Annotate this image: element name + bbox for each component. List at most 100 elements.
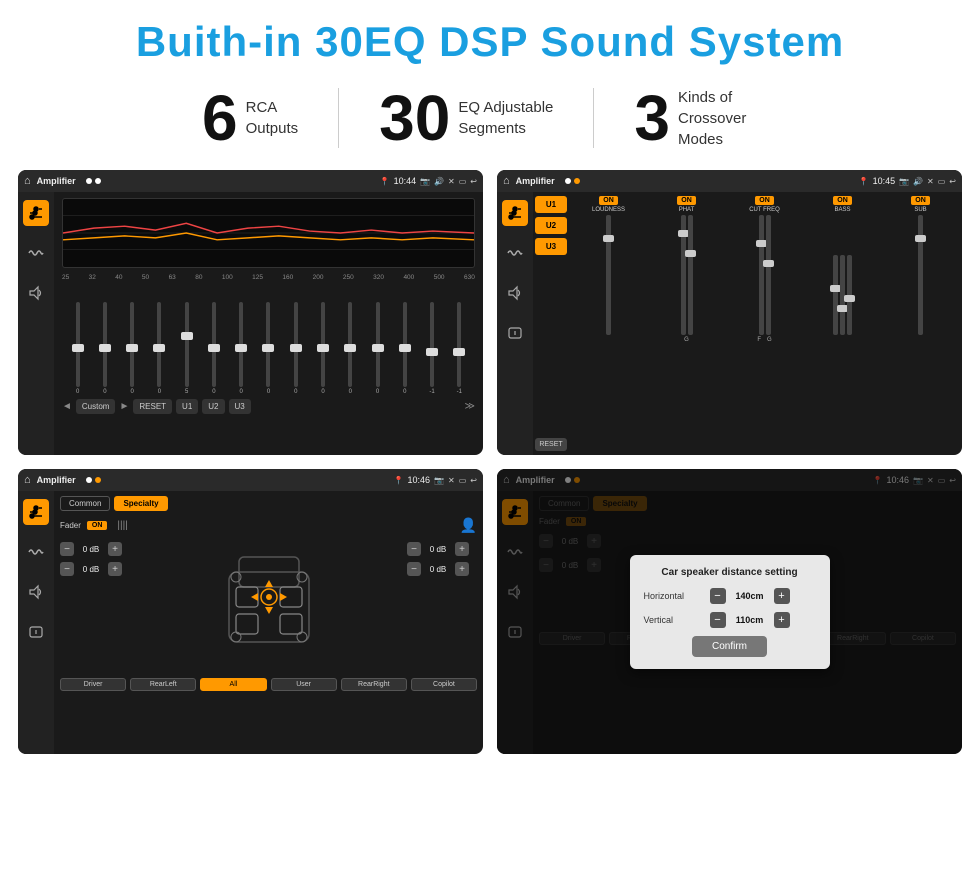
tab-common[interactable]: Common <box>60 496 110 511</box>
copilot-btn[interactable]: Copilot <box>411 678 477 691</box>
vertical-plus-btn[interactable]: + <box>774 612 790 628</box>
plus-btn[interactable]: + <box>455 542 469 556</box>
fader-track[interactable] <box>833 255 838 335</box>
amp-channels: ON LOUDNESS ON PHAT <box>571 196 958 451</box>
confirm-button[interactable]: Confirm <box>692 636 767 657</box>
eq-icon-btn[interactable] <box>502 200 528 226</box>
vertical-minus-btn[interactable]: − <box>710 612 726 628</box>
user-btn[interactable]: User <box>271 678 337 691</box>
eq-slider-col: 0 <box>91 302 118 395</box>
balance-icon-btn[interactable] <box>23 619 49 645</box>
eq-slider-track[interactable] <box>130 302 134 387</box>
wave-icon-btn[interactable] <box>23 240 49 266</box>
fader-track[interactable] <box>606 215 611 335</box>
eq-icon-btn[interactable] <box>23 200 49 226</box>
minus-btn[interactable]: − <box>60 542 74 556</box>
eq-icon-btn[interactable] <box>23 499 49 525</box>
dialog-overlay: Car speaker distance setting Horizontal … <box>497 469 962 754</box>
fader-track[interactable] <box>847 255 852 335</box>
prev-arrow[interactable]: ◄ <box>62 401 72 412</box>
eq-slider-track[interactable] <box>157 302 161 387</box>
rearright-btn[interactable]: RearRight <box>341 678 407 691</box>
dialog-screen-card: ⌂ Amplifier 📍 10:46 📷 ✕ ▭ ↩ <box>497 469 962 754</box>
eq-slider-track[interactable] <box>76 302 80 387</box>
fader-track[interactable] <box>918 215 923 335</box>
freq-label: 320 <box>373 274 384 281</box>
all-btn[interactable]: All <box>200 678 266 691</box>
eq-val: 0 <box>403 389 406 395</box>
wave-icon-btn[interactable] <box>502 240 528 266</box>
speaker-icon-btn[interactable] <box>23 280 49 306</box>
dot-orange-icon <box>95 477 101 483</box>
eq-slider-col: -1 <box>446 302 473 395</box>
u2-preset-btn[interactable]: U2 <box>535 217 567 234</box>
plus-btn[interactable]: + <box>455 562 469 576</box>
horizontal-val: 140cm <box>732 591 768 601</box>
balance-icon-btn[interactable] <box>502 320 528 346</box>
spk-title: Amplifier <box>37 475 76 485</box>
bass-on-label: ON <box>833 196 852 205</box>
eq-slider-track[interactable] <box>457 302 461 387</box>
spk-vol-row-4: − 0 dB + <box>407 562 477 576</box>
spk-body: − 0 dB + − 0 dB + <box>60 542 477 672</box>
eq-slider-track[interactable] <box>103 302 107 387</box>
eq-slider-track[interactable] <box>294 302 298 387</box>
eq-val: 0 <box>349 389 352 395</box>
fader-label: Fader <box>60 521 81 530</box>
vol-db-4: 0 dB <box>424 565 452 574</box>
tab-specialty[interactable]: Specialty <box>114 496 167 511</box>
close-icon: ✕ <box>448 177 455 186</box>
wave-icon-btn[interactable] <box>23 539 49 565</box>
eq-val: 0 <box>294 389 297 395</box>
fader-track[interactable] <box>688 215 693 335</box>
eq-slider-track[interactable] <box>321 302 325 387</box>
rearleft-btn[interactable]: RearLeft <box>130 678 196 691</box>
spk-left-vols: − 0 dB + − 0 dB + <box>60 542 130 672</box>
u1-btn[interactable]: U1 <box>176 399 198 414</box>
stat-text-crossover: Kinds ofCrossover Modes <box>678 87 778 150</box>
fader-track[interactable] <box>766 215 771 335</box>
eq-slider-track[interactable] <box>430 302 434 387</box>
u3-preset-btn[interactable]: U3 <box>535 238 567 255</box>
eq-slider-track[interactable] <box>376 302 380 387</box>
eq-main-content: 25 32 40 50 63 80 100 125 160 200 250 32… <box>54 192 483 455</box>
home-icon[interactable]: ⌂ <box>503 175 510 187</box>
minimize-icon: ▭ <box>459 476 467 485</box>
fader-toggle[interactable]: ON <box>87 521 108 530</box>
speaker-icon-btn[interactable] <box>502 280 528 306</box>
next-arrow[interactable]: ► <box>119 401 129 412</box>
plus-btn[interactable]: + <box>108 542 122 556</box>
horizontal-minus-btn[interactable]: − <box>710 588 726 604</box>
home-icon[interactable]: ⌂ <box>24 175 31 187</box>
driver-btn[interactable]: Driver <box>60 678 126 691</box>
eq-slider-track[interactable] <box>348 302 352 387</box>
minus-btn[interactable]: − <box>407 542 421 556</box>
minus-btn[interactable]: − <box>407 562 421 576</box>
dot-icon <box>565 178 571 184</box>
amp-reset-btn[interactable]: RESET <box>535 438 567 451</box>
u3-btn[interactable]: U3 <box>229 399 251 414</box>
u1-preset-btn[interactable]: U1 <box>535 196 567 213</box>
eq-slider-col: 0 <box>337 302 364 395</box>
speaker-icon-btn[interactable] <box>23 579 49 605</box>
horizontal-plus-btn[interactable]: + <box>774 588 790 604</box>
eq-slider-track[interactable] <box>212 302 216 387</box>
page-title: Buith-in 30EQ DSP Sound System <box>20 18 960 66</box>
fader-track[interactable] <box>681 215 686 335</box>
expand-icon[interactable]: ≫ <box>465 401 475 412</box>
minus-btn[interactable]: − <box>60 562 74 576</box>
eq-val: 0 <box>212 389 215 395</box>
eq-slider-track[interactable] <box>266 302 270 387</box>
fader-track[interactable] <box>759 215 764 335</box>
eq-val: 0 <box>103 389 106 395</box>
eq-slider-track[interactable] <box>239 302 243 387</box>
home-icon[interactable]: ⌂ <box>24 474 31 486</box>
eq-slider-track[interactable] <box>403 302 407 387</box>
eq-slider-track[interactable] <box>185 302 189 387</box>
vertical-val: 110cm <box>732 615 768 625</box>
spk-vol-row-1: − 0 dB + <box>60 542 130 556</box>
u2-btn[interactable]: U2 <box>202 399 224 414</box>
custom-btn[interactable]: Custom <box>76 399 116 414</box>
reset-btn[interactable]: RESET <box>133 399 172 414</box>
plus-btn[interactable]: + <box>108 562 122 576</box>
